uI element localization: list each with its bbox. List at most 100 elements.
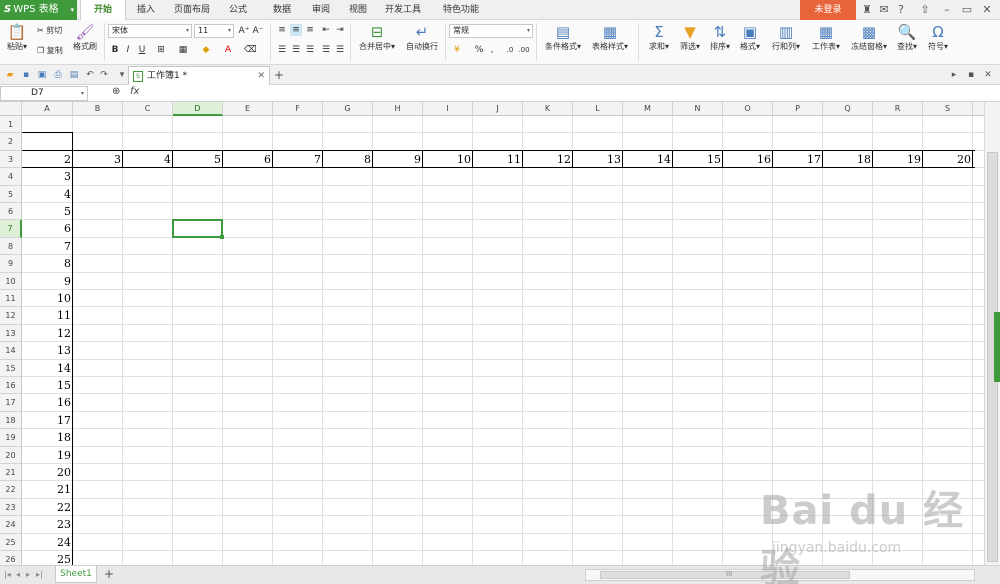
cell-col-a[interactable]: 8 bbox=[22, 255, 73, 272]
cell-r3[interactable]: 4 bbox=[123, 151, 173, 168]
cell-col-a[interactable]: 15 bbox=[22, 377, 73, 394]
worksheet-button[interactable]: ▦ 工作表▾ bbox=[808, 23, 844, 52]
column-header-g[interactable]: G bbox=[323, 102, 373, 116]
name-box[interactable]: D7 ▾ bbox=[0, 86, 88, 101]
cell-col-a[interactable]: 17 bbox=[22, 412, 73, 429]
skin-icon[interactable]: ♜ bbox=[860, 3, 874, 17]
row-header-13[interactable]: 13 bbox=[0, 324, 22, 343]
tab-5[interactable]: 审阅 bbox=[306, 0, 336, 20]
side-panel-handle[interactable] bbox=[994, 312, 1000, 382]
font-size-select[interactable]: 11 ▾ bbox=[194, 24, 234, 38]
underline-button[interactable]: U bbox=[136, 44, 148, 56]
tab-6[interactable]: 视图 bbox=[343, 0, 373, 20]
column-header-m[interactable]: M bbox=[623, 102, 673, 116]
increase-decimal-icon[interactable]: .0 bbox=[504, 44, 516, 56]
row-header-10[interactable]: 10 bbox=[0, 272, 22, 290]
row-header-17[interactable]: 17 bbox=[0, 394, 22, 412]
cell-r3[interactable]: 7 bbox=[273, 151, 323, 168]
chat-icon[interactable]: ✉ bbox=[877, 3, 891, 17]
format-painter-button[interactable]: 🖌 格式刷 bbox=[70, 23, 100, 52]
cell-r3[interactable]: 9 bbox=[373, 151, 423, 168]
row-header-5[interactable]: 5 bbox=[0, 185, 22, 203]
sheet-tab-sheet1[interactable]: Sheet1 bbox=[55, 566, 97, 583]
cell-r3[interactable]: 20 bbox=[923, 151, 973, 168]
justify-icon[interactable]: ☰ bbox=[320, 44, 332, 56]
cell-r3[interactable]: 5 bbox=[173, 151, 223, 168]
align-bottom-icon[interactable]: ≡ bbox=[304, 24, 316, 36]
conditional-format-button[interactable]: ▤ 条件格式▾ bbox=[540, 23, 586, 52]
fill-handle[interactable] bbox=[220, 234, 224, 239]
tab-2[interactable]: 页面布局 bbox=[168, 0, 216, 20]
upload-icon[interactable]: ⇧ bbox=[918, 3, 932, 17]
undo-icon[interactable]: ↶ bbox=[84, 69, 96, 81]
redo-icon[interactable]: ↷ bbox=[98, 69, 110, 81]
column-header-e[interactable]: E bbox=[223, 102, 273, 116]
cell-col-a[interactable]: 9 bbox=[22, 273, 73, 290]
row-header-21[interactable]: 21 bbox=[0, 464, 22, 482]
function-icon[interactable]: fx bbox=[130, 86, 139, 97]
new-tab-icon[interactable]: + bbox=[273, 69, 285, 81]
font-name-select[interactable]: 宋体 ▾ bbox=[108, 24, 192, 38]
cell-r3[interactable]: 2 bbox=[22, 151, 73, 168]
paste-button[interactable]: 📋 粘贴▾ bbox=[4, 23, 30, 52]
cell-r3[interactable]: 16 bbox=[723, 151, 773, 168]
cell-r3[interactable]: 18 bbox=[823, 151, 873, 168]
row-header-4[interactable]: 4 bbox=[0, 168, 22, 186]
close-icon[interactable]: ✕ bbox=[980, 3, 994, 17]
column-header-d[interactable]: D bbox=[173, 102, 223, 116]
tab-3[interactable]: 公式 bbox=[224, 0, 252, 20]
cell-col-a[interactable]: 16 bbox=[22, 394, 73, 411]
align-middle-icon[interactable]: ≡ bbox=[290, 24, 302, 36]
thousands-icon[interactable]: , bbox=[486, 44, 498, 56]
column-header-k[interactable]: K bbox=[523, 102, 573, 116]
window-icon[interactable]: ▪ bbox=[965, 69, 977, 81]
cell-r3[interactable]: 10 bbox=[423, 151, 473, 168]
close-icon[interactable]: ✕ bbox=[257, 67, 265, 85]
cell-r3[interactable]: 13 bbox=[573, 151, 623, 168]
cell-col-a[interactable]: 25 bbox=[22, 551, 73, 565]
cell-col-a[interactable]: 3 bbox=[22, 168, 73, 185]
find-button[interactable]: 🔍 查找▾ bbox=[894, 23, 920, 52]
login-button[interactable]: 未登录 bbox=[800, 0, 856, 20]
border-icon[interactable]: ⊞ bbox=[155, 44, 167, 56]
row-header-19[interactable]: 19 bbox=[0, 429, 22, 447]
column-header-f[interactable]: F bbox=[273, 102, 323, 116]
row-header-8[interactable]: 8 bbox=[0, 237, 22, 256]
cell-col-a[interactable]: 6 bbox=[22, 220, 73, 237]
first-sheet-icon[interactable]: |◂ bbox=[4, 570, 11, 579]
cell-r3[interactable]: 19 bbox=[873, 151, 923, 168]
clear-format-icon[interactable]: ⌫ bbox=[244, 44, 257, 56]
prev-sheet-icon[interactable]: ◂ bbox=[16, 570, 20, 579]
restore-icon[interactable]: ▭ bbox=[960, 3, 974, 17]
font-shrink-icon[interactable]: A⁻ bbox=[252, 25, 264, 37]
row-header-24[interactable]: 24 bbox=[0, 516, 22, 534]
export-pdf-icon[interactable]: ▣ bbox=[36, 69, 48, 81]
close-doc-icon[interactable]: ✕ bbox=[982, 69, 994, 81]
cell-r3[interactable]: 17 bbox=[773, 151, 823, 168]
bold-button[interactable]: B bbox=[109, 44, 121, 56]
row-header-3[interactable]: 3 bbox=[0, 150, 22, 169]
add-sheet-button[interactable]: + bbox=[104, 567, 114, 581]
selected-cell[interactable] bbox=[172, 219, 224, 239]
chevron-down-icon[interactable]: ▾ bbox=[116, 69, 128, 81]
column-header-b[interactable]: B bbox=[73, 102, 123, 116]
italic-button[interactable]: I bbox=[122, 44, 134, 56]
table-style-button[interactable]: ▦ 表格样式▾ bbox=[588, 23, 632, 52]
number-format-select[interactable]: 常规 ▾ bbox=[449, 24, 533, 38]
cell-col-a[interactable]: 18 bbox=[22, 429, 73, 446]
cell-col-a[interactable]: 11 bbox=[22, 307, 73, 324]
indent-decrease-icon[interactable]: ⇤ bbox=[320, 24, 332, 36]
column-header-l[interactable]: L bbox=[573, 102, 623, 116]
column-header-partial[interactable] bbox=[973, 102, 984, 116]
document-tab[interactable]: S 工作簿1 * ✕ bbox=[128, 66, 270, 85]
row-header-2[interactable]: 2 bbox=[0, 133, 22, 151]
panel-icon[interactable]: ▸ bbox=[948, 69, 960, 81]
cell-col-a[interactable]: 20 bbox=[22, 464, 73, 481]
column-header-n[interactable]: N bbox=[673, 102, 723, 116]
select-all-corner[interactable] bbox=[0, 102, 22, 116]
font-grow-icon[interactable]: A⁺ bbox=[238, 25, 250, 37]
font-color-icon[interactable]: A bbox=[222, 44, 234, 56]
copy-button[interactable]: ❐ 复制 bbox=[37, 45, 63, 56]
cell-r3[interactable]: 12 bbox=[523, 151, 573, 168]
fill-color-icon[interactable]: ◆ bbox=[200, 44, 212, 56]
